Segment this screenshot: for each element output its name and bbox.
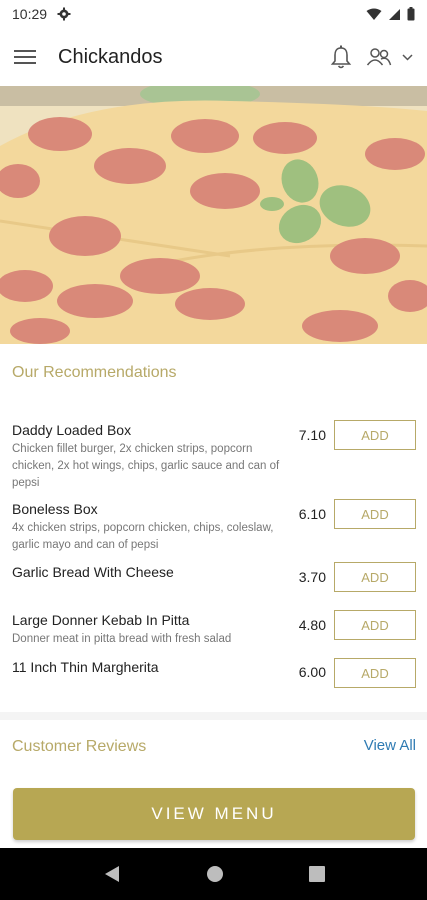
home-icon[interactable] — [206, 865, 224, 883]
reviews-title: Customer Reviews — [12, 738, 147, 755]
chevron-down-icon — [402, 53, 413, 61]
item-name: Daddy Loaded Box — [12, 422, 132, 438]
hero-image — [0, 86, 427, 344]
item-name: 11 Inch Thin Margherita — [12, 659, 159, 675]
system-nav-bar — [0, 848, 427, 900]
recents-icon[interactable] — [308, 866, 325, 882]
item-description: Donner meat in pitta bread with fresh sa… — [12, 633, 232, 645]
menu-icon[interactable] — [14, 49, 36, 65]
battery-icon — [407, 7, 415, 21]
recommendations-title: Our Recommendations — [12, 364, 177, 381]
item-price: 6.10 — [298, 506, 326, 522]
bell-icon[interactable] — [330, 45, 352, 69]
item-name: Large Donner Kebab In Pitta — [12, 612, 190, 628]
item-price: 7.10 — [298, 427, 326, 443]
users-icon — [366, 48, 392, 66]
reviews-section: Customer Reviews View All — [0, 720, 427, 780]
restaurant-title: Chickandos — [58, 45, 163, 68]
section-divider — [0, 712, 427, 720]
item-name: Garlic Bread With Cheese — [12, 564, 174, 580]
wifi-icon — [366, 8, 382, 20]
add-button[interactable]: ADD — [334, 499, 416, 529]
item-price: 4.80 — [298, 617, 326, 633]
view-all-link[interactable]: View All — [364, 737, 416, 754]
add-button[interactable]: ADD — [334, 420, 416, 450]
view-menu-button[interactable]: VIEW MENU — [13, 788, 415, 840]
status-bar: 10:29 — [0, 0, 427, 28]
status-time: 10:29 — [12, 6, 48, 22]
signal-icon — [389, 8, 400, 20]
item-description: 4x chicken strips, popcorn chicken, chip… — [12, 522, 274, 551]
add-button[interactable]: ADD — [334, 610, 416, 640]
settings-icon — [57, 7, 71, 21]
app-bar: Chickandos — [0, 28, 427, 86]
add-button[interactable]: ADD — [334, 658, 416, 688]
item-description: Chicken fillet burger, 2x chicken strips… — [12, 443, 280, 489]
add-button[interactable]: ADD — [334, 562, 416, 592]
item-price: 3.70 — [298, 569, 326, 585]
item-name: Boneless Box — [12, 501, 98, 517]
account-dropdown[interactable] — [366, 47, 413, 67]
item-price: 6.00 — [298, 664, 326, 680]
pizza-image — [0, 86, 427, 344]
back-icon[interactable] — [103, 865, 121, 883]
